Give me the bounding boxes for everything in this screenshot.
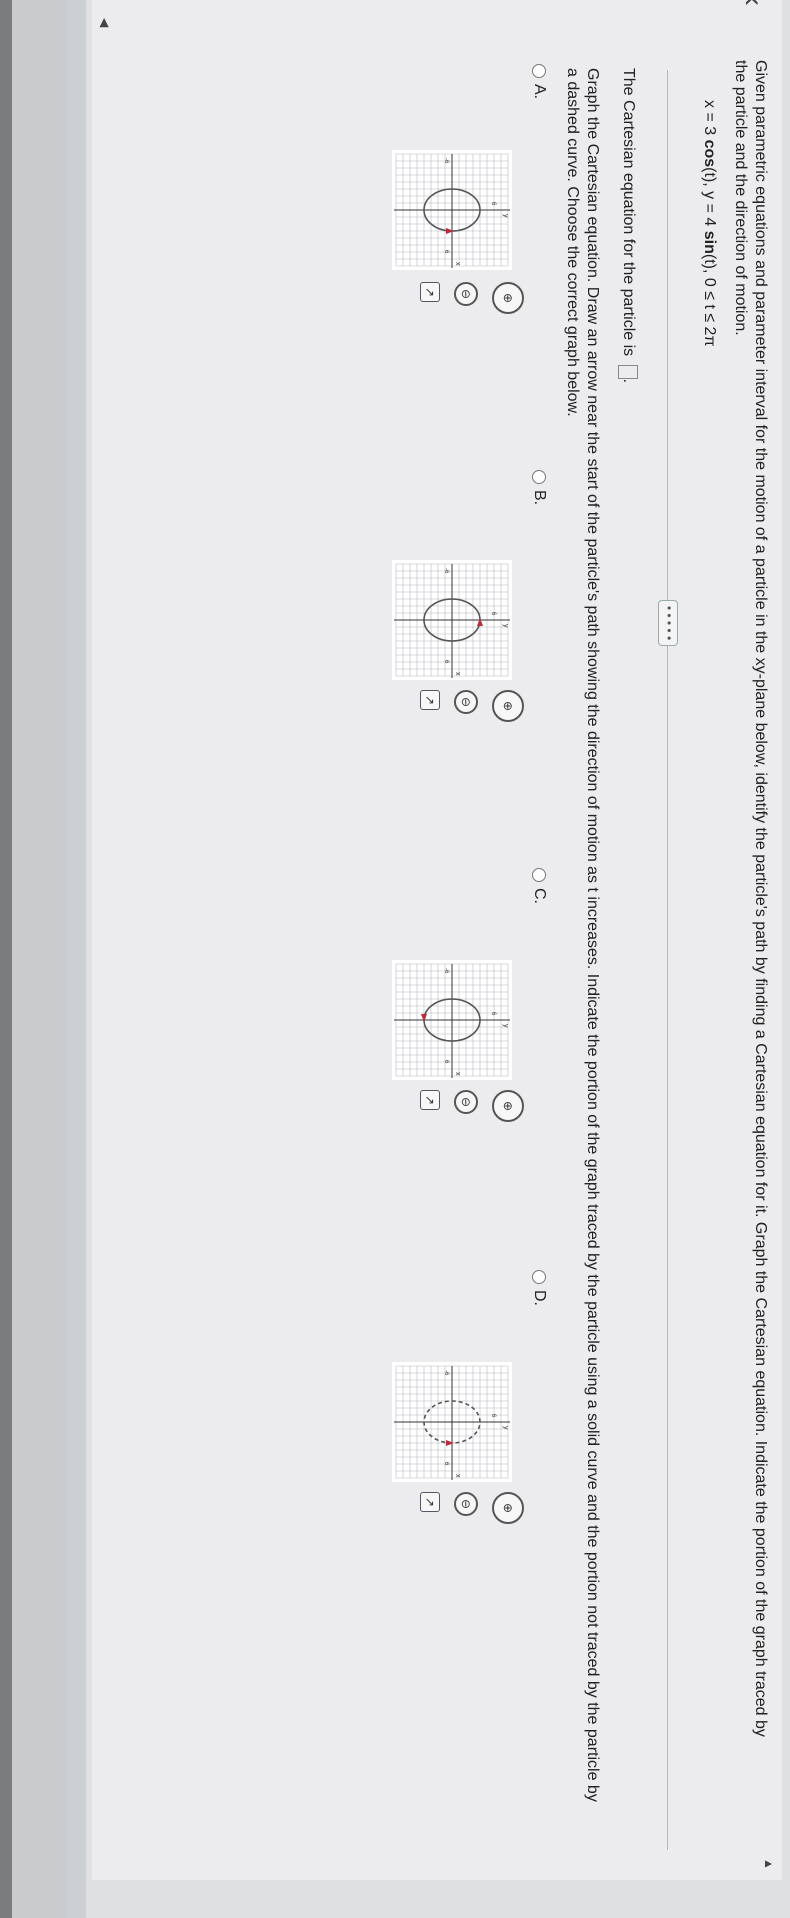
- option-a[interactable]: A.: [530, 64, 548, 99]
- cartesian-prompt: The Cartesian equation for the particle …: [618, 68, 638, 384]
- zoom-in-icon[interactable]: ⊕: [492, 690, 524, 722]
- expand-button[interactable]: • • • • •: [658, 600, 678, 646]
- y-axis-label: y: [502, 1426, 509, 1430]
- graph-c[interactable]: xy66-6: [392, 960, 512, 1080]
- zoom-out-icon[interactable]: ⊖: [454, 690, 478, 714]
- section-divider: [667, 70, 668, 1850]
- zoom-in-icon[interactable]: ⊕: [492, 1492, 524, 1524]
- radio-b[interactable]: [532, 470, 547, 484]
- tools-c: ⊕ ⊖ ↗: [406, 1090, 524, 1124]
- x-axis-label: x: [454, 1474, 461, 1478]
- scroll-left-icon[interactable]: ◀: [98, 18, 112, 27]
- x-axis-label: x: [454, 1072, 461, 1076]
- popout-icon[interactable]: ↗: [420, 1090, 440, 1110]
- zoom-in-icon[interactable]: ⊕: [492, 1090, 524, 1122]
- graph-d[interactable]: xy66-6: [392, 1362, 512, 1482]
- question-text: Given parametric equations and parameter…: [732, 60, 769, 1737]
- screen-bezel: [0, 0, 12, 1918]
- question-panel: ‹ Given parametric equations and paramet…: [92, 0, 782, 1880]
- y-axis-label: y: [502, 214, 509, 218]
- zoom-out-icon[interactable]: ⊖: [454, 282, 478, 306]
- tools-d: ⊕ ⊖ ↗: [406, 1492, 524, 1526]
- y-axis-label: y: [502, 1024, 509, 1028]
- y-axis-label: y: [502, 624, 509, 628]
- answer-input[interactable]: [618, 364, 638, 379]
- x-axis-label: x: [454, 672, 461, 676]
- tools-b: ⊕ ⊖ ↗: [406, 690, 524, 724]
- parametric-equation: x = 3 cos(t), y = 4 sin(t), 0 ≤ t ≤ 2π: [701, 100, 718, 347]
- rotated-content: ‹ Given parametric equations and paramet…: [66, 0, 790, 1918]
- popout-icon[interactable]: ↗: [420, 1492, 440, 1512]
- tools-a: ⊕ ⊖ ↗: [406, 282, 524, 316]
- option-b[interactable]: B.: [530, 470, 548, 505]
- radio-a[interactable]: [532, 64, 547, 78]
- tick-label: -6: [443, 568, 449, 574]
- radio-c[interactable]: [532, 868, 547, 882]
- graph-a[interactable]: xy66-6: [392, 150, 512, 270]
- graph-b[interactable]: xy66-6: [392, 560, 512, 680]
- tick-label: -6: [443, 968, 449, 974]
- popout-icon[interactable]: ↗: [420, 690, 440, 710]
- scroll-up-icon[interactable]: ▲: [762, 1858, 776, 1870]
- option-d[interactable]: D.: [530, 1270, 548, 1306]
- back-arrow-icon[interactable]: ‹: [736, 0, 770, 6]
- zoom-out-icon[interactable]: ⊖: [454, 1090, 478, 1114]
- zoom-in-icon[interactable]: ⊕: [492, 282, 524, 314]
- option-c[interactable]: C.: [530, 868, 548, 904]
- popout-icon[interactable]: ↗: [420, 282, 440, 302]
- tick-label: -6: [443, 158, 449, 164]
- zoom-out-icon[interactable]: ⊖: [454, 1492, 478, 1516]
- graph-instructions: Graph the Cartesian equation. Draw an ar…: [564, 68, 601, 1802]
- x-axis-label: x: [454, 262, 461, 266]
- tick-label: -6: [443, 1370, 449, 1376]
- bottom-strip: [66, 0, 86, 1918]
- radio-d[interactable]: [532, 1270, 547, 1284]
